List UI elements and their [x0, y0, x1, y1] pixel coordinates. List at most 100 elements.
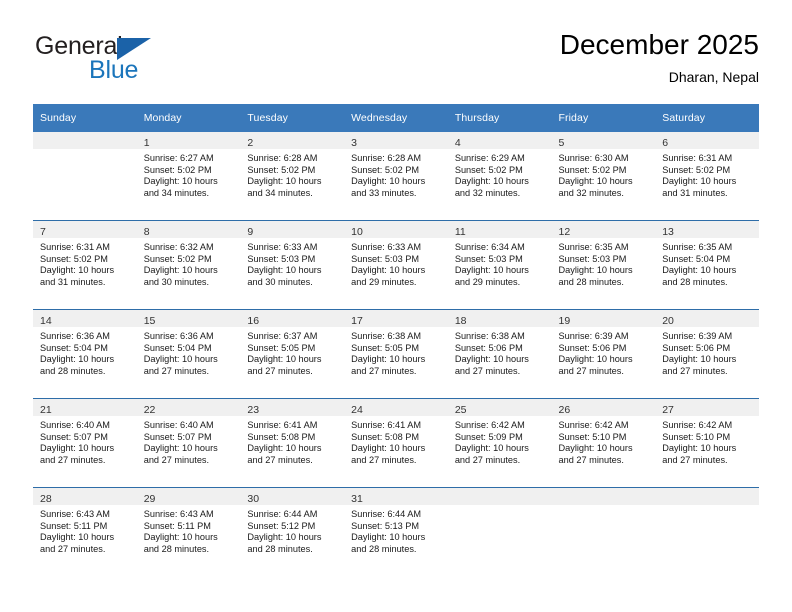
day-detail-line: Daylight: 10 hours	[454, 443, 529, 454]
day-detail-line: and 28 minutes.	[662, 276, 728, 287]
calendar-day-cell[interactable]: 10 Sunrise: 6:33 AM Sunset: 5:03 PM Dayligh…	[344, 220, 448, 310]
brand-logo[interactable]: General Blue	[33, 32, 233, 88]
day-detail-line: Sunrise: 6:33 AM	[247, 242, 318, 252]
day-number-band: 23	[240, 399, 345, 416]
day-number: 29	[143, 493, 156, 505]
day-cell-details: Sunrise: 6:43 AM Sunset: 5:11 PM Daylight:…	[137, 505, 241, 555]
calendar-day-cell[interactable]: 8 Sunrise: 6:32 AM Sunset: 5:02 PM Daylight…	[136, 220, 241, 310]
calendar-day-cell[interactable]: 27 Sunrise: 6:42 AM Sunset: 5:10 PM Dayligh…	[655, 398, 759, 488]
day-cell-inner: 5 Sunrise: 6:30 AM Sunset: 5:02 PM Daylight…	[551, 132, 656, 220]
day-cell-inner: 31 Sunrise: 6:44 AM Sunset: 5:13 PM Dayligh…	[344, 488, 448, 576]
day-cell-details: Sunrise: 6:36 AM Sunset: 5:04 PM Daylight:…	[137, 327, 241, 377]
day-cell-details: Sunrise: 6:39 AM Sunset: 5:06 PM Daylight:…	[552, 327, 656, 377]
calendar-day-cell[interactable]: 24 Sunrise: 6:41 AM Sunset: 5:08 PM Dayligh…	[344, 398, 448, 488]
calendar-day-cell[interactable]: 14 Sunrise: 6:36 AM Sunset: 5:04 PM Dayligh…	[33, 309, 137, 399]
day-detail-line: Daylight: 10 hours	[247, 265, 322, 276]
calendar-day-cell[interactable]: 5 Sunrise: 6:30 AM Sunset: 5:02 PM Daylight…	[551, 132, 656, 221]
day-number: 5	[558, 137, 565, 149]
day-cell-details: Sunrise: 6:38 AM Sunset: 5:06 PM Daylight:…	[448, 327, 552, 377]
calendar-day-cell[interactable]: 26 Sunrise: 6:42 AM Sunset: 5:10 PM Dayligh…	[551, 398, 656, 488]
day-cell-inner: 6 Sunrise: 6:31 AM Sunset: 5:02 PM Daylight…	[655, 132, 759, 220]
day-detail-line: Sunset: 5:07 PM	[40, 431, 108, 442]
day-detail-line: and 28 minutes.	[143, 543, 210, 554]
day-detail-line: Sunset: 5:03 PM	[247, 253, 316, 264]
day-detail-line: Daylight: 10 hours	[558, 265, 633, 276]
day-number-band: 15	[136, 310, 241, 327]
day-number-band: 18	[447, 310, 552, 327]
calendar-day-cell[interactable]: 28 Sunrise: 6:43 AM Sunset: 5:11 PM Dayligh…	[33, 487, 137, 576]
day-cell-details: Sunrise: 6:44 AM Sunset: 5:12 PM Daylight:…	[240, 505, 344, 555]
day-detail-line: Sunrise: 6:36 AM	[143, 331, 214, 341]
day-detail-line: Sunset: 5:04 PM	[40, 342, 108, 353]
day-cell-inner: 21 Sunrise: 6:40 AM Sunset: 5:07 PM Dayligh…	[33, 399, 137, 487]
day-number-band: 22	[136, 399, 241, 416]
day-cell-details: Sunrise: 6:32 AM Sunset: 5:02 PM Daylight:…	[137, 238, 241, 288]
calendar-day-cell[interactable]: 18 Sunrise: 6:38 AM Sunset: 5:06 PM Dayligh…	[447, 309, 552, 399]
weekday-header-friday: Friday	[551, 104, 656, 132]
day-cell-details	[655, 505, 759, 509]
day-detail-line: Sunset: 5:02 PM	[662, 164, 731, 175]
day-number-band: 21	[33, 399, 137, 416]
calendar-body: 1 Sunrise: 6:27 AM Sunset: 5:02 PM Daylight…	[33, 132, 759, 576]
day-detail-line: Daylight: 10 hours	[662, 265, 737, 276]
day-number-band: 1	[136, 132, 241, 149]
day-detail-line: Sunset: 5:04 PM	[662, 253, 731, 264]
day-cell-inner: 8 Sunrise: 6:32 AM Sunset: 5:02 PM Daylight…	[136, 221, 241, 309]
calendar-table: Sunday Monday Tuesday Wednesday Thursday…	[33, 104, 759, 576]
calendar-day-cell[interactable]: 25 Sunrise: 6:42 AM Sunset: 5:09 PM Dayligh…	[447, 398, 552, 488]
calendar-day-cell[interactable]: 7 Sunrise: 6:31 AM Sunset: 5:02 PM Daylight…	[33, 220, 137, 310]
calendar-day-cell[interactable]: 1 Sunrise: 6:27 AM Sunset: 5:02 PM Daylight…	[136, 132, 241, 221]
day-number: 22	[143, 404, 156, 416]
day-detail-line: and 32 minutes.	[558, 187, 624, 198]
calendar-day-cell[interactable]: 30 Sunrise: 6:44 AM Sunset: 5:12 PM Dayligh…	[240, 487, 345, 576]
calendar-day-cell[interactable]: 31 Sunrise: 6:44 AM Sunset: 5:13 PM Dayligh…	[344, 487, 448, 576]
day-detail-line: Sunrise: 6:31 AM	[662, 153, 733, 163]
calendar-day-cell[interactable]: 6 Sunrise: 6:31 AM Sunset: 5:02 PM Daylight…	[655, 132, 759, 221]
calendar-day-cell[interactable]: 3 Sunrise: 6:28 AM Sunset: 5:02 PM Daylight…	[344, 132, 448, 221]
calendar-week-row: 7 Sunrise: 6:31 AM Sunset: 5:02 PM Daylight…	[33, 220, 759, 310]
calendar-empty-cell	[33, 132, 137, 221]
day-cell-details	[33, 149, 137, 153]
calendar-empty-cell	[655, 487, 759, 576]
day-cell-details: Sunrise: 6:37 AM Sunset: 5:05 PM Daylight:…	[240, 327, 344, 377]
calendar-day-cell[interactable]: 21 Sunrise: 6:40 AM Sunset: 5:07 PM Dayligh…	[33, 398, 137, 488]
day-detail-line: Sunrise: 6:28 AM	[247, 153, 318, 163]
calendar-day-cell[interactable]: 9 Sunrise: 6:33 AM Sunset: 5:03 PM Daylight…	[240, 220, 345, 310]
day-detail-line: Sunset: 5:03 PM	[454, 253, 523, 264]
day-detail-line: Daylight: 10 hours	[143, 354, 218, 365]
calendar-day-cell[interactable]: 23 Sunrise: 6:41 AM Sunset: 5:08 PM Dayligh…	[240, 398, 345, 488]
location-subtitle: Dharan, Nepal	[668, 69, 759, 85]
day-detail-line: Sunset: 5:06 PM	[558, 342, 627, 353]
day-detail-line: and 29 minutes.	[351, 276, 417, 287]
day-cell-details: Sunrise: 6:36 AM Sunset: 5:04 PM Daylight:…	[33, 327, 137, 377]
day-number: 21	[40, 404, 52, 416]
calendar-day-cell[interactable]: 22 Sunrise: 6:40 AM Sunset: 5:07 PM Dayligh…	[136, 398, 241, 488]
day-detail-line: and 34 minutes.	[143, 187, 210, 198]
day-cell-details: Sunrise: 6:27 AM Sunset: 5:02 PM Daylight:…	[137, 149, 241, 199]
day-detail-line: Daylight: 10 hours	[351, 354, 426, 365]
weekday-header-row: Sunday Monday Tuesday Wednesday Thursday…	[33, 104, 759, 132]
day-detail-line: and 27 minutes.	[454, 454, 521, 465]
calendar-day-cell[interactable]: 15 Sunrise: 6:36 AM Sunset: 5:04 PM Dayligh…	[136, 309, 241, 399]
day-cell-details: Sunrise: 6:40 AM Sunset: 5:07 PM Daylight:…	[137, 416, 241, 466]
day-cell-inner: 2 Sunrise: 6:28 AM Sunset: 5:02 PM Daylight…	[240, 132, 345, 220]
day-cell-details: Sunrise: 6:39 AM Sunset: 5:06 PM Daylight:…	[655, 327, 759, 377]
calendar-day-cell[interactable]: 11 Sunrise: 6:34 AM Sunset: 5:03 PM Dayligh…	[447, 220, 552, 310]
calendar-day-cell[interactable]: 17 Sunrise: 6:38 AM Sunset: 5:05 PM Dayligh…	[344, 309, 448, 399]
calendar-day-cell[interactable]: 16 Sunrise: 6:37 AM Sunset: 5:05 PM Dayligh…	[240, 309, 345, 399]
calendar-day-cell[interactable]: 4 Sunrise: 6:29 AM Sunset: 5:02 PM Daylight…	[447, 132, 552, 221]
calendar-day-cell[interactable]: 13 Sunrise: 6:35 AM Sunset: 5:04 PM Dayligh…	[655, 220, 759, 310]
calendar-day-cell[interactable]: 2 Sunrise: 6:28 AM Sunset: 5:02 PM Daylight…	[240, 132, 345, 221]
day-detail-line: and 30 minutes.	[143, 276, 210, 287]
day-detail-line: Daylight: 10 hours	[351, 532, 426, 543]
day-cell-details: Sunrise: 6:28 AM Sunset: 5:02 PM Daylight:…	[344, 149, 448, 199]
day-number-band: 10	[344, 221, 448, 238]
day-number-band: 24	[344, 399, 448, 416]
calendar-day-cell[interactable]: 29 Sunrise: 6:43 AM Sunset: 5:11 PM Dayligh…	[136, 487, 241, 576]
calendar-day-cell[interactable]: 19 Sunrise: 6:39 AM Sunset: 5:06 PM Dayligh…	[551, 309, 656, 399]
calendar-day-cell[interactable]: 12 Sunrise: 6:35 AM Sunset: 5:03 PM Dayligh…	[551, 220, 656, 310]
day-detail-line: and 27 minutes.	[351, 365, 417, 376]
calendar-day-cell[interactable]: 20 Sunrise: 6:39 AM Sunset: 5:06 PM Dayligh…	[655, 309, 759, 399]
day-cell-inner: 27 Sunrise: 6:42 AM Sunset: 5:10 PM Dayligh…	[655, 399, 759, 487]
day-cell-inner: 10 Sunrise: 6:33 AM Sunset: 5:03 PM Dayligh…	[344, 221, 448, 309]
